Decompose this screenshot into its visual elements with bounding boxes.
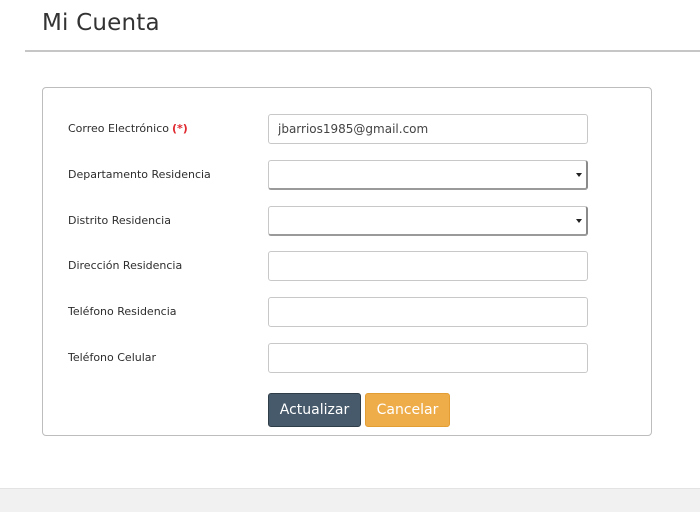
form-row-department: Departamento Residencia [43, 160, 651, 190]
chevron-down-icon [576, 219, 582, 223]
email-label: Correo Electrónico (*) [68, 122, 188, 135]
district-select[interactable] [268, 206, 588, 236]
page-title: Mi Cuenta [42, 10, 160, 36]
chevron-down-icon [576, 173, 582, 177]
update-button[interactable]: Actualizar [268, 393, 361, 427]
home-phone-label: Teléfono Residencia [68, 305, 177, 318]
department-select[interactable] [268, 160, 588, 190]
address-label: Dirección Residencia [68, 259, 183, 272]
mobile-phone-field[interactable] [268, 343, 588, 373]
mobile-phone-label: Teléfono Celular [68, 351, 157, 364]
district-label: Distrito Residencia [68, 214, 171, 227]
required-marker: (*) [171, 122, 188, 135]
footer-band [0, 488, 700, 512]
form-row-address: Dirección Residencia [43, 251, 651, 281]
home-phone-field[interactable] [268, 297, 588, 327]
address-field[interactable] [268, 251, 588, 281]
form-row-home-phone: Teléfono Residencia [43, 297, 651, 327]
page: Mi Cuenta Correo Electrónico(*) Departam… [0, 0, 700, 512]
form-row-email: Correo Electrónico (*) [43, 114, 651, 144]
email-field[interactable] [268, 114, 588, 144]
cancel-button[interactable]: Cancelar [365, 393, 450, 427]
department-label: Departamento Residencia [68, 168, 211, 181]
form-row-district: Distrito Residencia [43, 206, 651, 236]
title-divider [25, 50, 700, 52]
account-form-card: Correo Electrónico(*) Departamento Resid… [42, 87, 652, 436]
form-row-mobile-phone: Teléfono Celular [43, 343, 651, 373]
